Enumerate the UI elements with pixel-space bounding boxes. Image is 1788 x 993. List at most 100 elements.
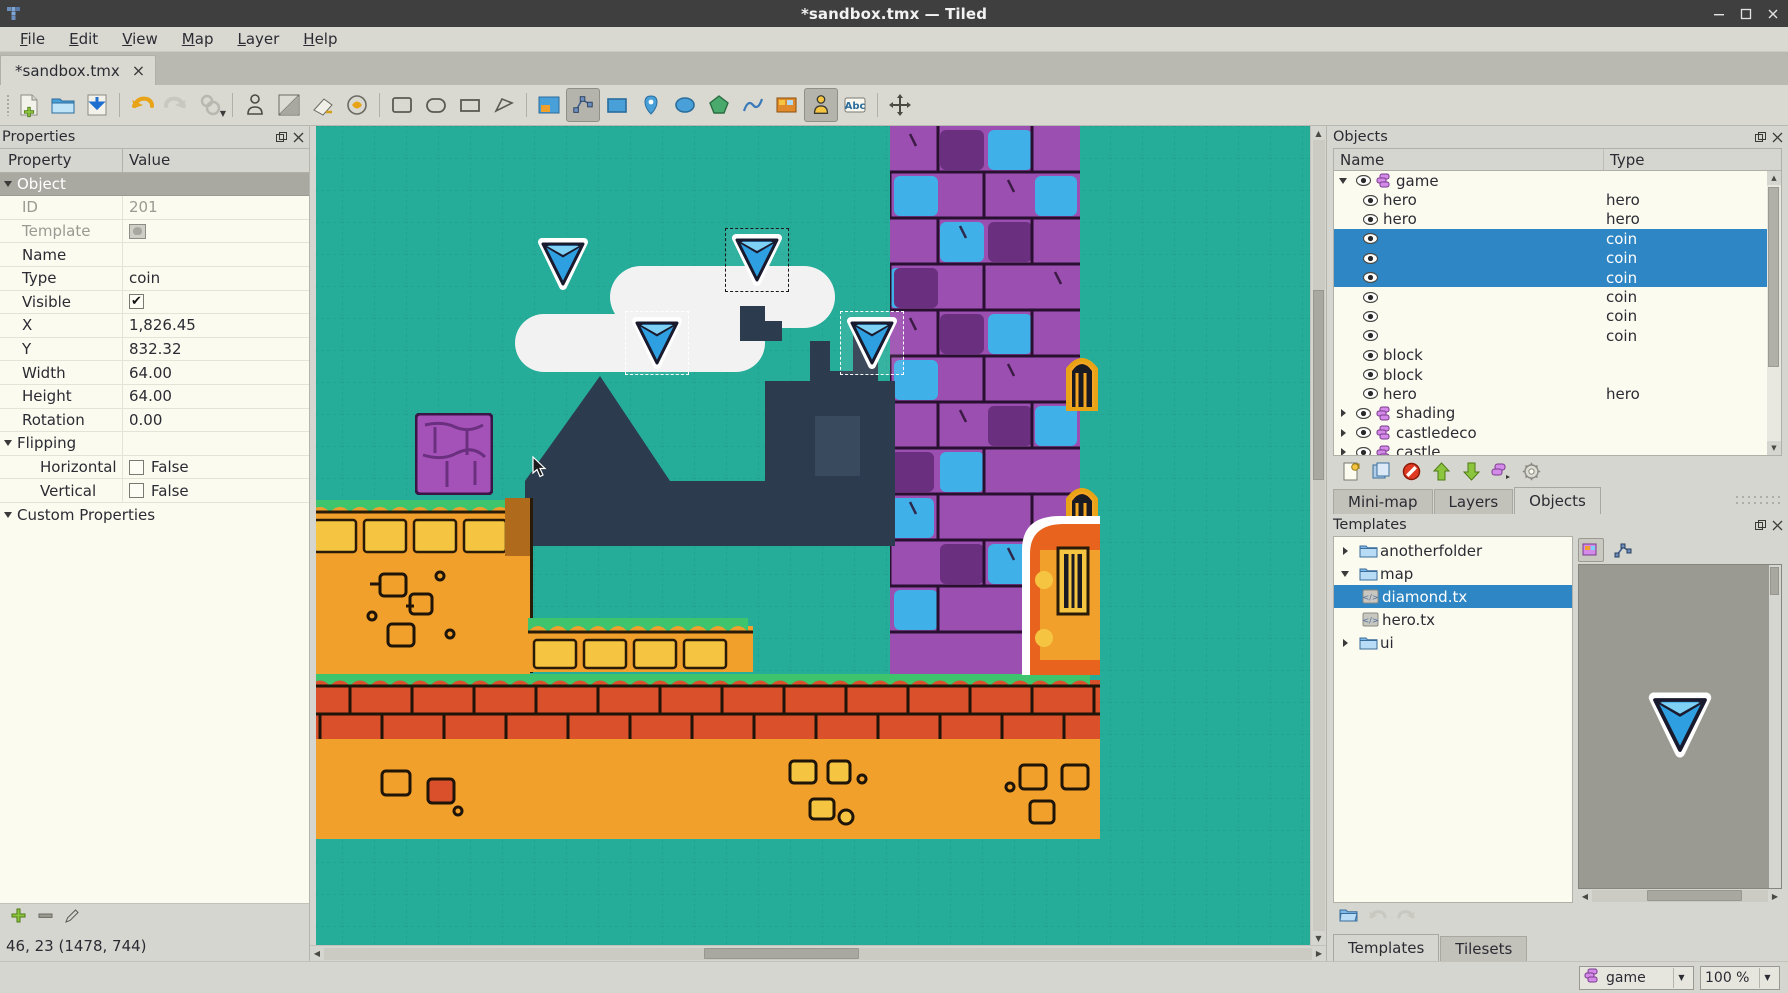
property-value-y[interactable]: 832.32 (123, 338, 309, 361)
templates-tree[interactable]: anotherfolder map </> diamond.tx </> her… (1333, 536, 1573, 903)
map-vscroll-thumb[interactable] (1312, 290, 1324, 480)
property-value-rotation[interactable]: 0.00 (123, 409, 309, 432)
property-row-width[interactable]: Width 64.00 (0, 361, 309, 385)
maximize-icon[interactable] (1739, 7, 1753, 21)
insert-ellipse-button[interactable] (668, 88, 702, 122)
preview-vertical-scrollbar[interactable] (1769, 565, 1781, 888)
new-object-icon[interactable] (1339, 459, 1363, 483)
eye-icon[interactable] (1359, 252, 1381, 264)
chevron-down-icon[interactable]: ▼ (1759, 967, 1775, 988)
gem-object[interactable] (535, 236, 591, 292)
insert-point-button[interactable] (634, 88, 668, 122)
column-header-value[interactable]: Value (123, 149, 309, 172)
edit-template-icon[interactable] (1610, 538, 1636, 562)
up-arrow-icon[interactable] (1429, 459, 1453, 483)
zoom-level-value[interactable]: 100 % (1705, 970, 1753, 986)
scroll-right-arrow-icon[interactable]: ▶ (1768, 889, 1782, 903)
select-objects-button[interactable] (804, 88, 838, 122)
property-row-type[interactable]: Type coin (0, 266, 309, 291)
visible-checkbox[interactable] (129, 294, 144, 310)
chevron-right-icon[interactable] (1334, 448, 1352, 455)
menu-file[interactable]: File (8, 27, 57, 51)
property-row-template[interactable]: Template (0, 219, 309, 244)
eye-icon[interactable] (1352, 427, 1374, 439)
map-properties-button[interactable]: ▼ (193, 88, 227, 122)
chevron-right-icon[interactable] (1334, 638, 1356, 647)
object-layer-icon[interactable] (1489, 459, 1513, 483)
eye-icon[interactable] (1359, 369, 1381, 381)
rectangle-select-button[interactable] (385, 88, 419, 122)
eye-icon[interactable] (1359, 291, 1381, 303)
tree-row-coin[interactable]: coin (1334, 326, 1781, 345)
template-picker-button[interactable] (129, 223, 146, 239)
template-folder-anotherfolder[interactable]: anotherfolder (1334, 539, 1572, 562)
preview-horizontal-scrollbar[interactable]: ◀ ▶ (1578, 889, 1782, 903)
template-folder-ui[interactable]: ui (1334, 631, 1572, 654)
insert-template-button[interactable] (770, 88, 804, 122)
tree-row-hero[interactable]: hero hero (1334, 384, 1781, 403)
tree-row-castle[interactable]: castle (1334, 442, 1781, 455)
scroll-down-arrow-icon[interactable]: ▼ (1767, 441, 1781, 455)
column-header-name[interactable]: Name (1334, 149, 1604, 170)
eye-icon[interactable] (1352, 175, 1374, 187)
eye-icon[interactable] (1359, 349, 1381, 361)
eye-icon[interactable] (1352, 446, 1374, 455)
toolbar-grip[interactable] (4, 92, 12, 118)
property-group-flipping[interactable]: Flipping (0, 432, 309, 456)
menu-view[interactable]: View (110, 27, 170, 51)
layer-selector-combo[interactable]: game ▼ (1579, 965, 1694, 990)
scroll-left-arrow-icon[interactable]: ◀ (310, 947, 324, 961)
scroll-left-arrow-icon[interactable]: ◀ (1578, 889, 1592, 903)
property-row-visible[interactable]: Visible (0, 290, 309, 315)
undo-button[interactable] (125, 88, 159, 122)
chevron-right-icon[interactable] (1334, 409, 1352, 418)
eye-icon[interactable] (1359, 233, 1381, 245)
property-row-height[interactable]: Height 64.00 (0, 384, 309, 409)
pan-tool-button[interactable] (883, 88, 917, 122)
map-hscroll-trough[interactable] (324, 947, 1312, 960)
chevron-down-icon[interactable] (4, 440, 12, 447)
property-value-height[interactable]: 64.00 (123, 385, 309, 408)
tree-row-coin-selected[interactable]: coin (1334, 248, 1781, 268)
tree-row-shading[interactable]: shading (1334, 404, 1781, 423)
edit-polygons-button[interactable] (566, 88, 600, 122)
chevron-down-icon[interactable]: ▼ (220, 109, 226, 118)
zoom-level-combo[interactable]: 100 % ▼ (1700, 965, 1780, 990)
tree-row-coin-selected[interactable]: coin (1334, 267, 1781, 288)
preview-vscroll-thumb[interactable] (1770, 567, 1779, 595)
tree-row-hero[interactable]: hero hero (1334, 190, 1781, 209)
close-icon[interactable]: × (132, 62, 145, 79)
preview-hscroll-trough[interactable] (1592, 890, 1768, 902)
property-row-rotation[interactable]: Rotation 0.00 (0, 408, 309, 433)
scroll-up-arrow-icon[interactable]: ▲ (1767, 171, 1781, 185)
redo-arrow-icon[interactable] (1397, 907, 1416, 927)
dock-splitter-grip[interactable] (1734, 494, 1780, 506)
eye-icon[interactable] (1359, 272, 1381, 284)
menu-help[interactable]: Help (291, 27, 349, 51)
minimize-icon[interactable] (1712, 7, 1726, 21)
template-preview-canvas[interactable] (1578, 564, 1782, 889)
close-panel-icon[interactable] (1770, 130, 1784, 144)
tree-row-block[interactable]: block (1334, 346, 1781, 365)
forbidden-icon[interactable] (1399, 459, 1423, 483)
scroll-down-arrow-icon[interactable]: ▼ (1312, 931, 1326, 945)
property-value-width[interactable]: 64.00 (123, 361, 309, 384)
map-vertical-scrollbar[interactable]: ▲ ▼ (1310, 126, 1326, 945)
tab-objects[interactable]: Objects (1514, 487, 1601, 514)
undo-arrow-icon[interactable] (1368, 907, 1387, 927)
pencil-icon[interactable] (64, 907, 81, 928)
property-value-name[interactable] (123, 243, 309, 266)
float-panel-icon[interactable] (274, 130, 288, 144)
tab-tilesets[interactable]: Tilesets (1440, 936, 1528, 961)
duplicate-icon[interactable] (1369, 459, 1393, 483)
new-map-button[interactable] (12, 88, 46, 122)
flip-vertical-checkbox[interactable] (129, 483, 144, 499)
insert-tile-button[interactable] (532, 88, 566, 122)
property-row-id[interactable]: ID 201 (0, 196, 309, 220)
map-vscroll-trough[interactable] (1312, 140, 1325, 931)
scroll-up-arrow-icon[interactable]: ▲ (1312, 126, 1326, 140)
property-value-x[interactable]: 1,826.45 (123, 314, 309, 337)
minus-icon[interactable] (37, 907, 54, 928)
property-row-flip-horizontal[interactable]: Horizontal False (0, 455, 309, 480)
menu-map[interactable]: Map (170, 27, 226, 51)
